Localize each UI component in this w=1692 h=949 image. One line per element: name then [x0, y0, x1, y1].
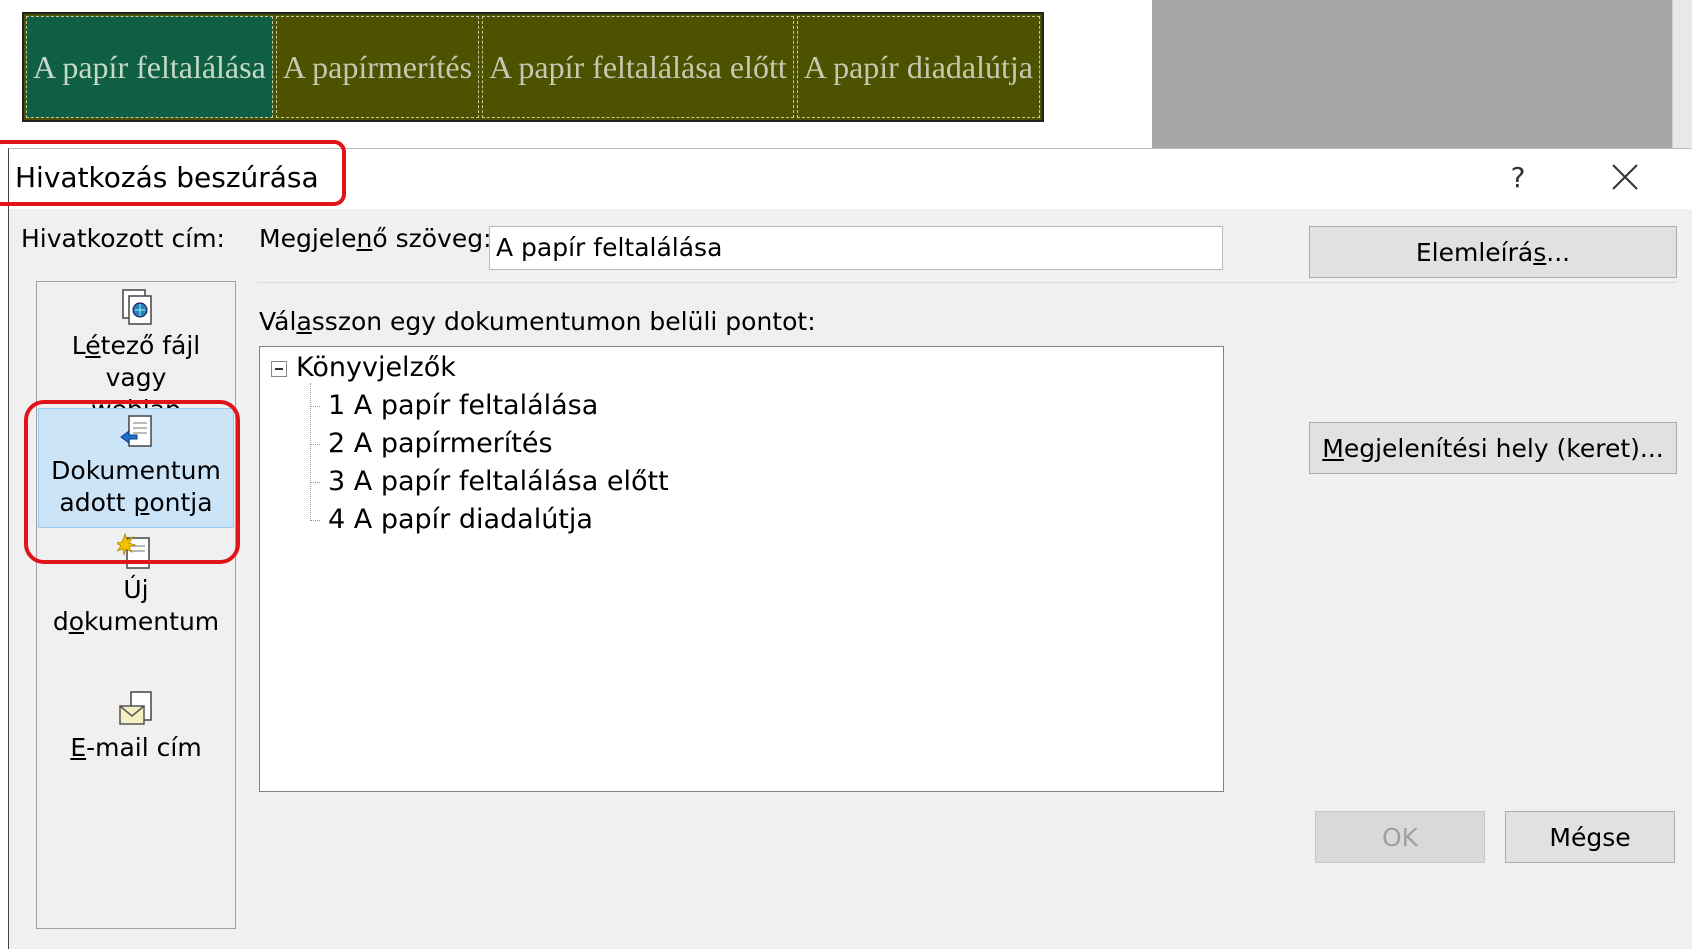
dialog-titlebar: Hivatkozás beszúrása ?	[9, 149, 1692, 209]
tree-item[interactable]: 4 A papír diadalútja	[328, 504, 593, 535]
tree-connector	[310, 520, 320, 521]
nav-place-line1: Dokumentum	[51, 456, 221, 485]
tree-root-bookmarks[interactable]: Könyvjelzők	[296, 352, 456, 383]
tree-item[interactable]: 2 A papírmerítés	[328, 428, 553, 459]
divider	[257, 282, 1677, 283]
nav-existing-file[interactable]: Létező fájl vagy weblap	[38, 288, 234, 426]
nav-email-line1: E-mail cím	[70, 733, 202, 762]
nav-place-in-document[interactable]: Dokumentum adott pontja	[38, 408, 234, 528]
nav-existing-file-line1: Létező fájl vagy	[71, 331, 201, 392]
place-in-document-icon	[120, 415, 152, 447]
target-frame-button[interactable]: Megjelenítési hely (keret)...	[1309, 422, 1677, 474]
ok-button[interactable]: OK	[1315, 811, 1485, 863]
display-text-input[interactable]: A papír feltalálása	[489, 226, 1223, 270]
tree-connector	[310, 406, 320, 407]
doc-cell-1[interactable]: A papír feltalálása	[26, 16, 273, 118]
document-scrollbar[interactable]	[1672, 0, 1692, 150]
doc-cell-3[interactable]: A papír feltalálása előtt	[482, 16, 794, 118]
dialog-title: Hivatkozás beszúrása	[15, 161, 319, 194]
email-icon	[119, 691, 152, 725]
new-document-icon	[117, 532, 150, 569]
nav-new-document-line1: Új	[123, 575, 149, 604]
screentip-button[interactable]: Elemleírá s...	[1309, 226, 1677, 278]
nav-place-line2: adott pontja	[59, 488, 213, 517]
link-to-bar: Létező fájl vagy weblap Dokumentum adott…	[36, 281, 236, 929]
nav-new-document[interactable]: Új dokumentum	[38, 532, 234, 638]
collapse-toggle-icon[interactable]	[271, 361, 287, 377]
link-to-label: Hivatkozott cím:	[21, 224, 225, 253]
tree-item[interactable]: 3 A papír feltalálása előtt	[328, 466, 669, 497]
doc-cell-4[interactable]: A papír diadalútja	[796, 16, 1040, 118]
document-margin-area	[1152, 0, 1672, 148]
existing-file-icon	[122, 289, 152, 325]
insert-hyperlink-dialog: Hivatkozás beszúrása ? Hivatkozott cím: …	[8, 148, 1692, 949]
tree-connector	[310, 383, 311, 521]
tree-connector	[310, 444, 320, 445]
display-text-label: Megjelenő szöveg:	[259, 224, 492, 253]
nav-new-document-line2: dokumentum	[52, 607, 220, 636]
close-button[interactable]	[1597, 153, 1653, 201]
select-place-label: Válasszon egy dokumentumon belüli pontot…	[259, 307, 816, 336]
doc-cell-2[interactable]: A papírmerítés	[275, 16, 480, 118]
document-nav-table: A papír feltalálása A papírmerítés A pap…	[22, 12, 1044, 122]
tree-item[interactable]: 1 A papír feltalálása	[328, 390, 598, 421]
cancel-button[interactable]: Mégse	[1505, 811, 1675, 863]
document-place-tree[interactable]: Könyvjelzők 1 A papír feltalálása 2 A pa…	[259, 346, 1224, 792]
nav-email-address[interactable]: E-mail cím	[38, 690, 234, 764]
close-icon	[1612, 164, 1638, 190]
help-button[interactable]: ?	[1495, 153, 1541, 201]
tree-connector	[310, 482, 320, 483]
